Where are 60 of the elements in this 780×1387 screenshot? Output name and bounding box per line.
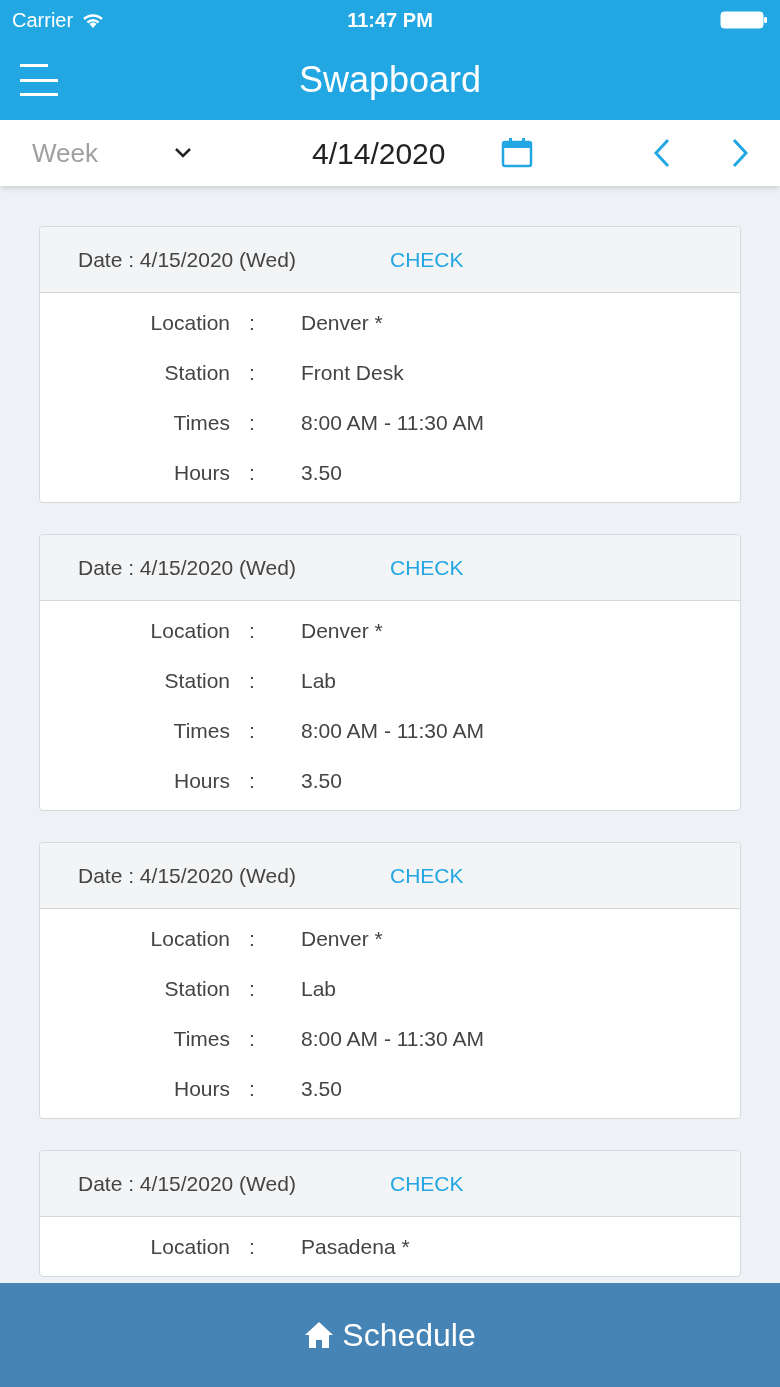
field-separator: : (249, 718, 256, 745)
field-separator: : (249, 768, 256, 795)
check-link[interactable]: CHECK (390, 1167, 464, 1200)
field-label: Station (163, 668, 230, 695)
shift-date: Date : 4/15/2020 (Wed) (78, 246, 297, 273)
field-label: Station (163, 976, 230, 1003)
field-value: 8:00 AM - 11:30 AM (301, 718, 484, 745)
field-label: Hours (172, 768, 230, 795)
chevron-right-icon (731, 138, 750, 168)
period-dropdown[interactable]: Week (32, 133, 192, 173)
schedule-tab[interactable]: Schedule (0, 1283, 780, 1387)
field-separator: : (249, 976, 256, 1003)
field-value: Lab (301, 976, 337, 1003)
field-separator: : (249, 1234, 256, 1261)
shift-date: Date : 4/15/2020 (Wed) (78, 1170, 297, 1197)
field-value: Pasadena * (301, 1234, 410, 1261)
field-separator: : (249, 1026, 256, 1053)
check-link[interactable]: CHECK (390, 243, 464, 276)
field-separator: : (249, 410, 256, 437)
field-label: Times (172, 1026, 230, 1053)
field-value: 3.50 (301, 1076, 342, 1103)
field-label: Location (149, 1234, 230, 1261)
field-label: Hours (172, 1076, 230, 1103)
home-icon (304, 1321, 335, 1349)
check-link[interactable]: CHECK (390, 859, 464, 892)
field-value: Front Desk (301, 360, 404, 387)
field-label: Times (172, 718, 230, 745)
field-separator: : (249, 310, 256, 337)
calendar-icon[interactable] (501, 138, 534, 168)
current-date: 4/14/2020 (312, 135, 446, 172)
field-value: Denver * (301, 310, 383, 337)
field-label: Hours (172, 460, 230, 487)
field-value: Lab (301, 668, 337, 695)
field-separator: : (249, 926, 256, 953)
field-label: Location (149, 926, 230, 953)
field-label: Location (149, 310, 230, 337)
status-time: 11:47 PM (347, 8, 433, 33)
chevron-down-icon (174, 147, 192, 159)
shift-date: Date : 4/15/2020 (Wed) (78, 862, 297, 889)
check-link[interactable]: CHECK (390, 551, 464, 584)
shift-date: Date : 4/15/2020 (Wed) (78, 554, 297, 581)
chevron-left-icon (653, 138, 672, 168)
field-label: Station (163, 360, 230, 387)
field-separator: : (249, 360, 256, 387)
field-value: Denver * (301, 926, 383, 953)
field-value: 8:00 AM - 11:30 AM (301, 1026, 484, 1053)
field-value: 3.50 (301, 768, 342, 795)
app-title: Swapboard (298, 58, 482, 102)
carrier-label: Carrier (12, 8, 74, 33)
field-separator: : (249, 1076, 256, 1103)
field-label: Location (149, 618, 230, 645)
field-separator: : (249, 618, 256, 645)
field-separator: : (249, 460, 256, 487)
battery-icon (720, 10, 768, 30)
field-value: 3.50 (301, 460, 342, 487)
field-separator: : (249, 668, 256, 695)
field-value: 8:00 AM - 11:30 AM (301, 410, 484, 437)
field-label: Times (172, 410, 230, 437)
menu-button[interactable] (20, 62, 58, 98)
field-value: Denver * (301, 618, 383, 645)
